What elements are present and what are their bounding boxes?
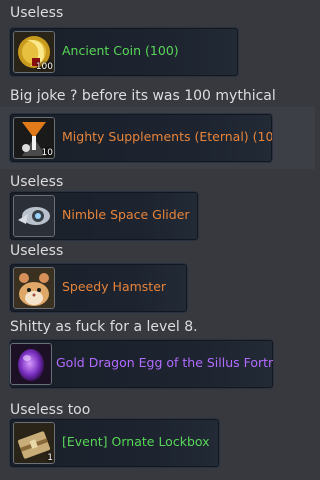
item-name: [Event] Ornate Lockbox bbox=[62, 434, 210, 449]
item-name: Ancient Coin (100) bbox=[62, 43, 179, 58]
message-text: Useless bbox=[10, 174, 64, 190]
item-name: Speedy Hamster bbox=[62, 279, 167, 294]
message-text: Useless bbox=[10, 5, 64, 21]
item-quantity: 1 bbox=[47, 453, 53, 463]
item-name: Nimble Space Glider bbox=[62, 207, 190, 222]
item-name: Gold Dragon Egg of the Sillus Fortre bbox=[56, 355, 274, 370]
message-text: Big joke ? before its was 100 mythical bbox=[10, 88, 276, 104]
item-quantity: 100 bbox=[35, 62, 53, 72]
item-card[interactable]: 10 Mighty Supplements (Eternal) (10) bbox=[9, 113, 273, 163]
item-card[interactable]: 1 [Event] Ornate Lockbox bbox=[9, 418, 220, 468]
message-text: Useless bbox=[10, 243, 64, 259]
ancient-coin-icon: 100 bbox=[13, 31, 55, 73]
item-card[interactable]: 100 Ancient Coin (100) bbox=[9, 27, 239, 77]
item-card[interactable]: Nimble Space Glider bbox=[9, 191, 199, 241]
lockbox-icon: 1 bbox=[13, 422, 55, 464]
item-card[interactable]: Speedy Hamster bbox=[9, 263, 188, 313]
space-glider-icon bbox=[13, 195, 55, 237]
item-name: Mighty Supplements (Eternal) (10) bbox=[62, 129, 273, 144]
message-text: Useless too bbox=[10, 402, 91, 418]
mighty-supplements-icon: 10 bbox=[13, 117, 55, 159]
dragon-egg-icon bbox=[10, 343, 52, 385]
hamster-icon bbox=[13, 267, 55, 309]
message-text: Shitty as fuck for a level 8. bbox=[10, 319, 198, 335]
item-card[interactable]: Gold Dragon Egg of the Sillus Fortre bbox=[9, 339, 274, 389]
item-quantity: 10 bbox=[41, 148, 53, 158]
